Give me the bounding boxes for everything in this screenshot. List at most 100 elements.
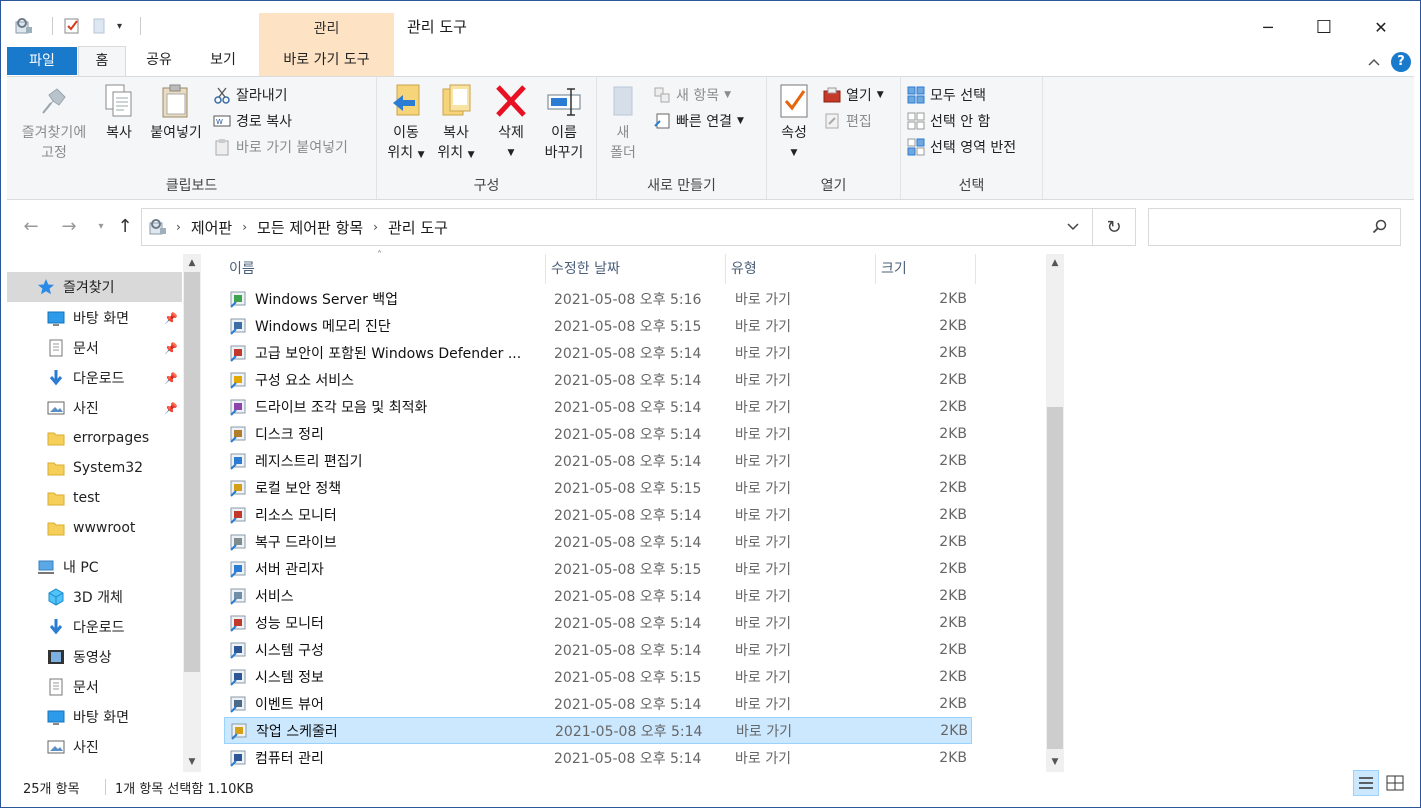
- nav-item-3d-objects[interactable]: 3D 개체: [7, 582, 182, 612]
- select-none-button[interactable]: 선택 안 함: [907, 110, 990, 132]
- pin-to-quick-access-button[interactable]: 즐겨찾기에 고정: [13, 83, 95, 163]
- back-button[interactable]: ←: [20, 214, 42, 238]
- file-row[interactable]: 구성 요소 서비스 2021-05-08 오후 5:14 바로 가기 2KB: [224, 366, 972, 393]
- copy-path-button[interactable]: W 경로 복사: [213, 110, 292, 132]
- nav-scrollbar-thumb[interactable]: [184, 272, 200, 672]
- nav-item-desktop[interactable]: 바탕 화면 📌: [7, 303, 182, 333]
- file-row[interactable]: 디스크 정리 2021-05-08 오후 5:14 바로 가기 2KB: [224, 420, 972, 447]
- file-row[interactable]: 성능 모니터 2021-05-08 오후 5:14 바로 가기 2KB: [224, 609, 972, 636]
- breadcrumb-admin-tools[interactable]: 관리 도구: [388, 217, 448, 238]
- large-icons-view-button[interactable]: [1382, 770, 1408, 796]
- properties-icon[interactable]: [63, 17, 81, 35]
- recent-locations-button[interactable]: ▾: [90, 214, 112, 238]
- nav-item-system32[interactable]: System32: [7, 453, 182, 483]
- tab-view[interactable]: 보기: [202, 46, 244, 76]
- nav-item-downloads-pc[interactable]: 다운로드: [7, 612, 182, 642]
- nav-scrollbar[interactable]: ▲ ▼: [183, 254, 201, 772]
- paste-shortcut-button[interactable]: 바로 가기 붙여넣기: [213, 136, 348, 158]
- breadcrumb-separator-icon[interactable]: ›: [373, 220, 378, 234]
- tab-share[interactable]: 공유: [138, 46, 180, 76]
- pin-icon[interactable]: 📌: [164, 342, 178, 355]
- file-row[interactable]: 로컬 보안 정책 2021-05-08 오후 5:15 바로 가기 2KB: [224, 474, 972, 501]
- file-row[interactable]: 드라이브 조각 모음 및 최적화 2021-05-08 오후 5:14 바로 가기 2…: [224, 393, 972, 420]
- file-row[interactable]: 이벤트 뷰어 2021-05-08 오후 5:14 바로 가기 2KB: [224, 690, 972, 717]
- nav-quick-access[interactable]: 즐겨찾기: [7, 272, 182, 302]
- file-row[interactable]: 서비스 2021-05-08 오후 5:14 바로 가기 2KB: [224, 582, 972, 609]
- tab-shortcut-tools[interactable]: 바로 가기 도구: [259, 46, 394, 76]
- address-bar[interactable]: › 제어판 › 모든 제어판 항목 › 관리 도구: [141, 208, 1093, 246]
- collapse-ribbon-button[interactable]: [1364, 52, 1384, 72]
- nav-item-desktop-pc[interactable]: 바탕 화면: [7, 702, 182, 732]
- search-icon[interactable]: [1372, 219, 1388, 235]
- nav-item-test[interactable]: test: [7, 483, 182, 513]
- nav-item-pictures[interactable]: 사진 📌: [7, 393, 182, 423]
- pin-icon[interactable]: 📌: [164, 372, 178, 385]
- column-header-type[interactable]: 유형: [726, 254, 876, 284]
- scroll-down-icon[interactable]: ▼: [183, 754, 201, 770]
- nav-item-videos[interactable]: 동영상: [7, 642, 182, 672]
- list-scrollbar[interactable]: ▲ ▼: [1046, 254, 1064, 772]
- tab-file[interactable]: 파일: [7, 47, 77, 75]
- copy-to-button[interactable]: 복사 위치 ▼: [433, 83, 479, 165]
- copy-button[interactable]: 복사: [97, 83, 141, 143]
- file-row[interactable]: 복구 드라이브 2021-05-08 오후 5:14 바로 가기 2KB: [224, 528, 972, 555]
- minimize-button[interactable]: ─: [1245, 10, 1291, 44]
- invert-selection-button[interactable]: 선택 영역 반전: [907, 136, 1016, 158]
- details-view-button[interactable]: [1353, 770, 1379, 796]
- file-row[interactable]: Windows Server 백업 2021-05-08 오후 5:16 바로 가기…: [224, 285, 972, 312]
- nav-item-documents-pc[interactable]: 문서: [7, 672, 182, 702]
- breadcrumb-all-control-panel-items[interactable]: 모든 제어판 항목: [257, 217, 363, 238]
- pin-icon[interactable]: 📌: [164, 312, 178, 325]
- file-row[interactable]: 서버 관리자 2021-05-08 오후 5:15 바로 가기 2KB: [224, 555, 972, 582]
- forward-button[interactable]: →: [58, 214, 80, 238]
- column-header-date[interactable]: 수정한 날짜: [546, 254, 726, 284]
- list-scrollbar-thumb[interactable]: [1047, 407, 1063, 749]
- maximize-button[interactable]: ☐: [1301, 10, 1347, 44]
- file-row[interactable]: 시스템 구성 2021-05-08 오후 5:14 바로 가기 2KB: [224, 636, 972, 663]
- file-row[interactable]: 리소스 모니터 2021-05-08 오후 5:14 바로 가기 2KB: [224, 501, 972, 528]
- scroll-up-icon[interactable]: ▲: [1046, 255, 1064, 271]
- file-row[interactable]: 작업 스케줄러 2021-05-08 오후 5:14 바로 가기 2KB: [224, 717, 972, 744]
- nav-item-pictures-pc[interactable]: 사진: [7, 732, 182, 762]
- refresh-button[interactable]: ↻: [1093, 208, 1136, 246]
- nav-this-pc[interactable]: 내 PC: [7, 552, 182, 582]
- column-header-name[interactable]: 이름: [224, 254, 546, 284]
- search-box[interactable]: [1148, 208, 1401, 246]
- address-dropdown-icon[interactable]: [1066, 222, 1080, 232]
- file-row[interactable]: Windows 메모리 진단 2021-05-08 오후 5:15 바로 가기 2KB: [224, 312, 972, 339]
- nav-item-downloads[interactable]: 다운로드 📌: [7, 363, 182, 393]
- file-row[interactable]: 레지스트리 편집기 2021-05-08 오후 5:14 바로 가기 2KB: [224, 447, 972, 474]
- tab-home[interactable]: 홈: [78, 46, 126, 77]
- breadcrumb-separator-icon[interactable]: ›: [176, 220, 181, 234]
- properties-button[interactable]: 속성 ▼: [773, 83, 815, 163]
- breadcrumb-separator-icon[interactable]: ›: [242, 220, 247, 234]
- column-header-size[interactable]: 크기: [876, 254, 976, 284]
- edit-button[interactable]: 편집: [823, 110, 872, 132]
- easy-access-button[interactable]: 빠른 연결 ▼: [653, 110, 744, 132]
- new-folder-button[interactable]: 새 폴더: [603, 83, 643, 163]
- search-input[interactable]: [1155, 217, 1365, 237]
- scroll-down-icon[interactable]: ▼: [1046, 754, 1064, 770]
- file-row[interactable]: 컴퓨터 관리 2021-05-08 오후 5:14 바로 가기 2KB: [224, 744, 972, 771]
- file-row[interactable]: 시스템 정보 2021-05-08 오후 5:15 바로 가기 2KB: [224, 663, 972, 690]
- breadcrumb-control-panel[interactable]: 제어판: [191, 217, 232, 238]
- file-row[interactable]: 고급 보안이 포함된 Windows Defender ... 2021-05-0…: [224, 339, 972, 366]
- new-item-button[interactable]: 새 항목 ▼: [653, 84, 731, 106]
- move-to-button[interactable]: 이동 위치 ▼: [383, 83, 429, 165]
- up-button[interactable]: ↑: [114, 214, 136, 238]
- new-folder-icon[interactable]: [91, 17, 107, 35]
- nav-item-documents[interactable]: 문서 📌: [7, 333, 182, 363]
- qat-customize-icon[interactable]: ▾: [117, 21, 122, 32]
- paste-button[interactable]: 붙여넣기: [145, 83, 207, 143]
- scroll-up-icon[interactable]: ▲: [183, 255, 201, 271]
- close-button[interactable]: ✕: [1358, 10, 1404, 44]
- select-all-button[interactable]: 모두 선택: [907, 84, 986, 106]
- cut-button[interactable]: 잘라내기: [213, 84, 288, 106]
- delete-button[interactable]: 삭제 ▼: [491, 83, 531, 163]
- rename-button[interactable]: 이름 바꾸기: [539, 83, 589, 163]
- help-icon[interactable]: ?: [1391, 52, 1411, 72]
- nav-item-wwwroot[interactable]: wwwroot: [7, 513, 182, 543]
- pin-icon[interactable]: 📌: [164, 402, 178, 415]
- nav-item-errorpages[interactable]: errorpages: [7, 423, 182, 453]
- open-button[interactable]: 열기 ▼: [823, 84, 884, 106]
